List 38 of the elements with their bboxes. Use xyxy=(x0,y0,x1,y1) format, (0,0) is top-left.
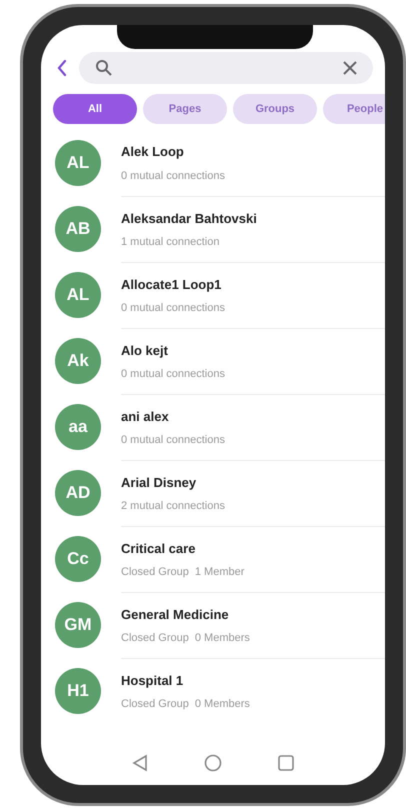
search-icon xyxy=(95,59,113,77)
mutual-connections: 0 mutual connections xyxy=(121,433,225,448)
mutual-connections: 0 mutual connections xyxy=(121,367,225,382)
home-nav-icon[interactable] xyxy=(204,754,222,772)
avatar: Cc xyxy=(55,536,101,582)
mutual-connections: 0 mutual connections xyxy=(121,168,225,184)
result-name[interactable]: General Medicine xyxy=(121,604,385,624)
avatar: AL xyxy=(55,140,101,186)
mutual-connections: 2 mutual connections xyxy=(121,499,225,514)
result-name[interactable]: Critical care xyxy=(121,538,385,558)
avatar: AD xyxy=(55,470,101,516)
group-privacy: Closed Group xyxy=(121,565,189,580)
result-name[interactable]: Aleksandar Bahtovski xyxy=(121,208,385,228)
avatar: H1 xyxy=(55,668,101,714)
group-privacy: Closed Group xyxy=(121,697,189,712)
recents-nav-icon[interactable] xyxy=(278,755,294,771)
result-name[interactable]: Arial Disney xyxy=(121,472,385,492)
close-icon[interactable] xyxy=(343,61,357,75)
filter-tab[interactable]: All xyxy=(53,94,137,124)
search-field[interactable] xyxy=(79,52,373,84)
result-name[interactable]: Allocate1 Loop1 xyxy=(121,274,385,294)
result-name[interactable]: ani alex xyxy=(121,406,385,426)
avatar: GM xyxy=(55,602,101,648)
avatar: Ak xyxy=(55,338,101,384)
mutual-connections: 1 mutual connection xyxy=(121,235,220,250)
result-name[interactable]: Hospital 1 xyxy=(121,670,385,690)
mutual-connections: 0 mutual connections xyxy=(121,301,225,316)
member-count: 0 Members xyxy=(194,631,250,646)
member-count: 0 Members xyxy=(194,697,250,712)
avatar: AB xyxy=(55,206,101,252)
group-privacy: Closed Group xyxy=(121,631,189,646)
avatar: aa xyxy=(55,404,101,450)
member-count: 1 Member xyxy=(194,565,244,580)
avatar: AL xyxy=(55,272,101,318)
result-name[interactable]: Alo kejt xyxy=(121,340,385,360)
result-name[interactable]: Alek Loop xyxy=(121,142,385,162)
back-icon[interactable] xyxy=(57,59,67,77)
back-nav-icon[interactable] xyxy=(132,754,148,772)
